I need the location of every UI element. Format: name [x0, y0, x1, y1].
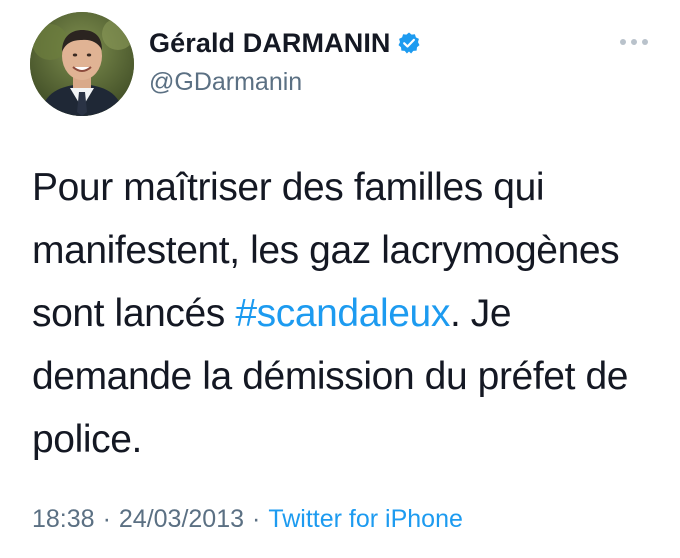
tweet-text-segment: sont lancés — [32, 292, 236, 335]
display-name[interactable]: Gérald DARMANIN — [149, 26, 391, 60]
verified-badge-icon — [397, 31, 421, 55]
author-name-row[interactable]: Gérald DARMANIN — [149, 26, 421, 60]
tweet-text-line: sont lancés #scandaleux. Je — [32, 282, 672, 345]
tweet-time[interactable]: 18:38 — [32, 505, 95, 533]
avatar-photo — [30, 12, 134, 116]
tweet-text: Pour maîtriser des familles qui manifest… — [32, 156, 672, 471]
more-options-icon[interactable] — [612, 30, 656, 54]
dot — [620, 39, 626, 45]
more-dots — [620, 39, 648, 45]
author-handle[interactable]: @GDarmanin — [149, 66, 302, 98]
tweet-text-line: demande la démission du préfet de — [32, 355, 629, 398]
tweet-text-line: Pour maîtriser des familles qui — [32, 166, 545, 209]
dot — [631, 39, 637, 45]
tweet-text-segment: . Je — [449, 292, 512, 335]
meta-separator: · — [102, 505, 111, 533]
tweet-meta: 18:38 · 24/03/2013 · Twitter for iPhone — [32, 502, 463, 536]
tweet-date[interactable]: 24/03/2013 — [119, 505, 244, 533]
avatar[interactable] — [30, 12, 134, 116]
dot — [642, 39, 648, 45]
hashtag-link[interactable]: #scandaleux — [235, 292, 450, 335]
tweet-text-line: police. — [32, 418, 142, 461]
tweet-card: Gérald DARMANIN @GDarmanin Pour maîtrise… — [0, 0, 680, 558]
tweet-source-link[interactable]: Twitter for iPhone — [268, 505, 463, 533]
tweet-text-line: manifestent, les gaz lacrymogènes — [32, 229, 620, 272]
meta-separator: · — [252, 505, 261, 533]
